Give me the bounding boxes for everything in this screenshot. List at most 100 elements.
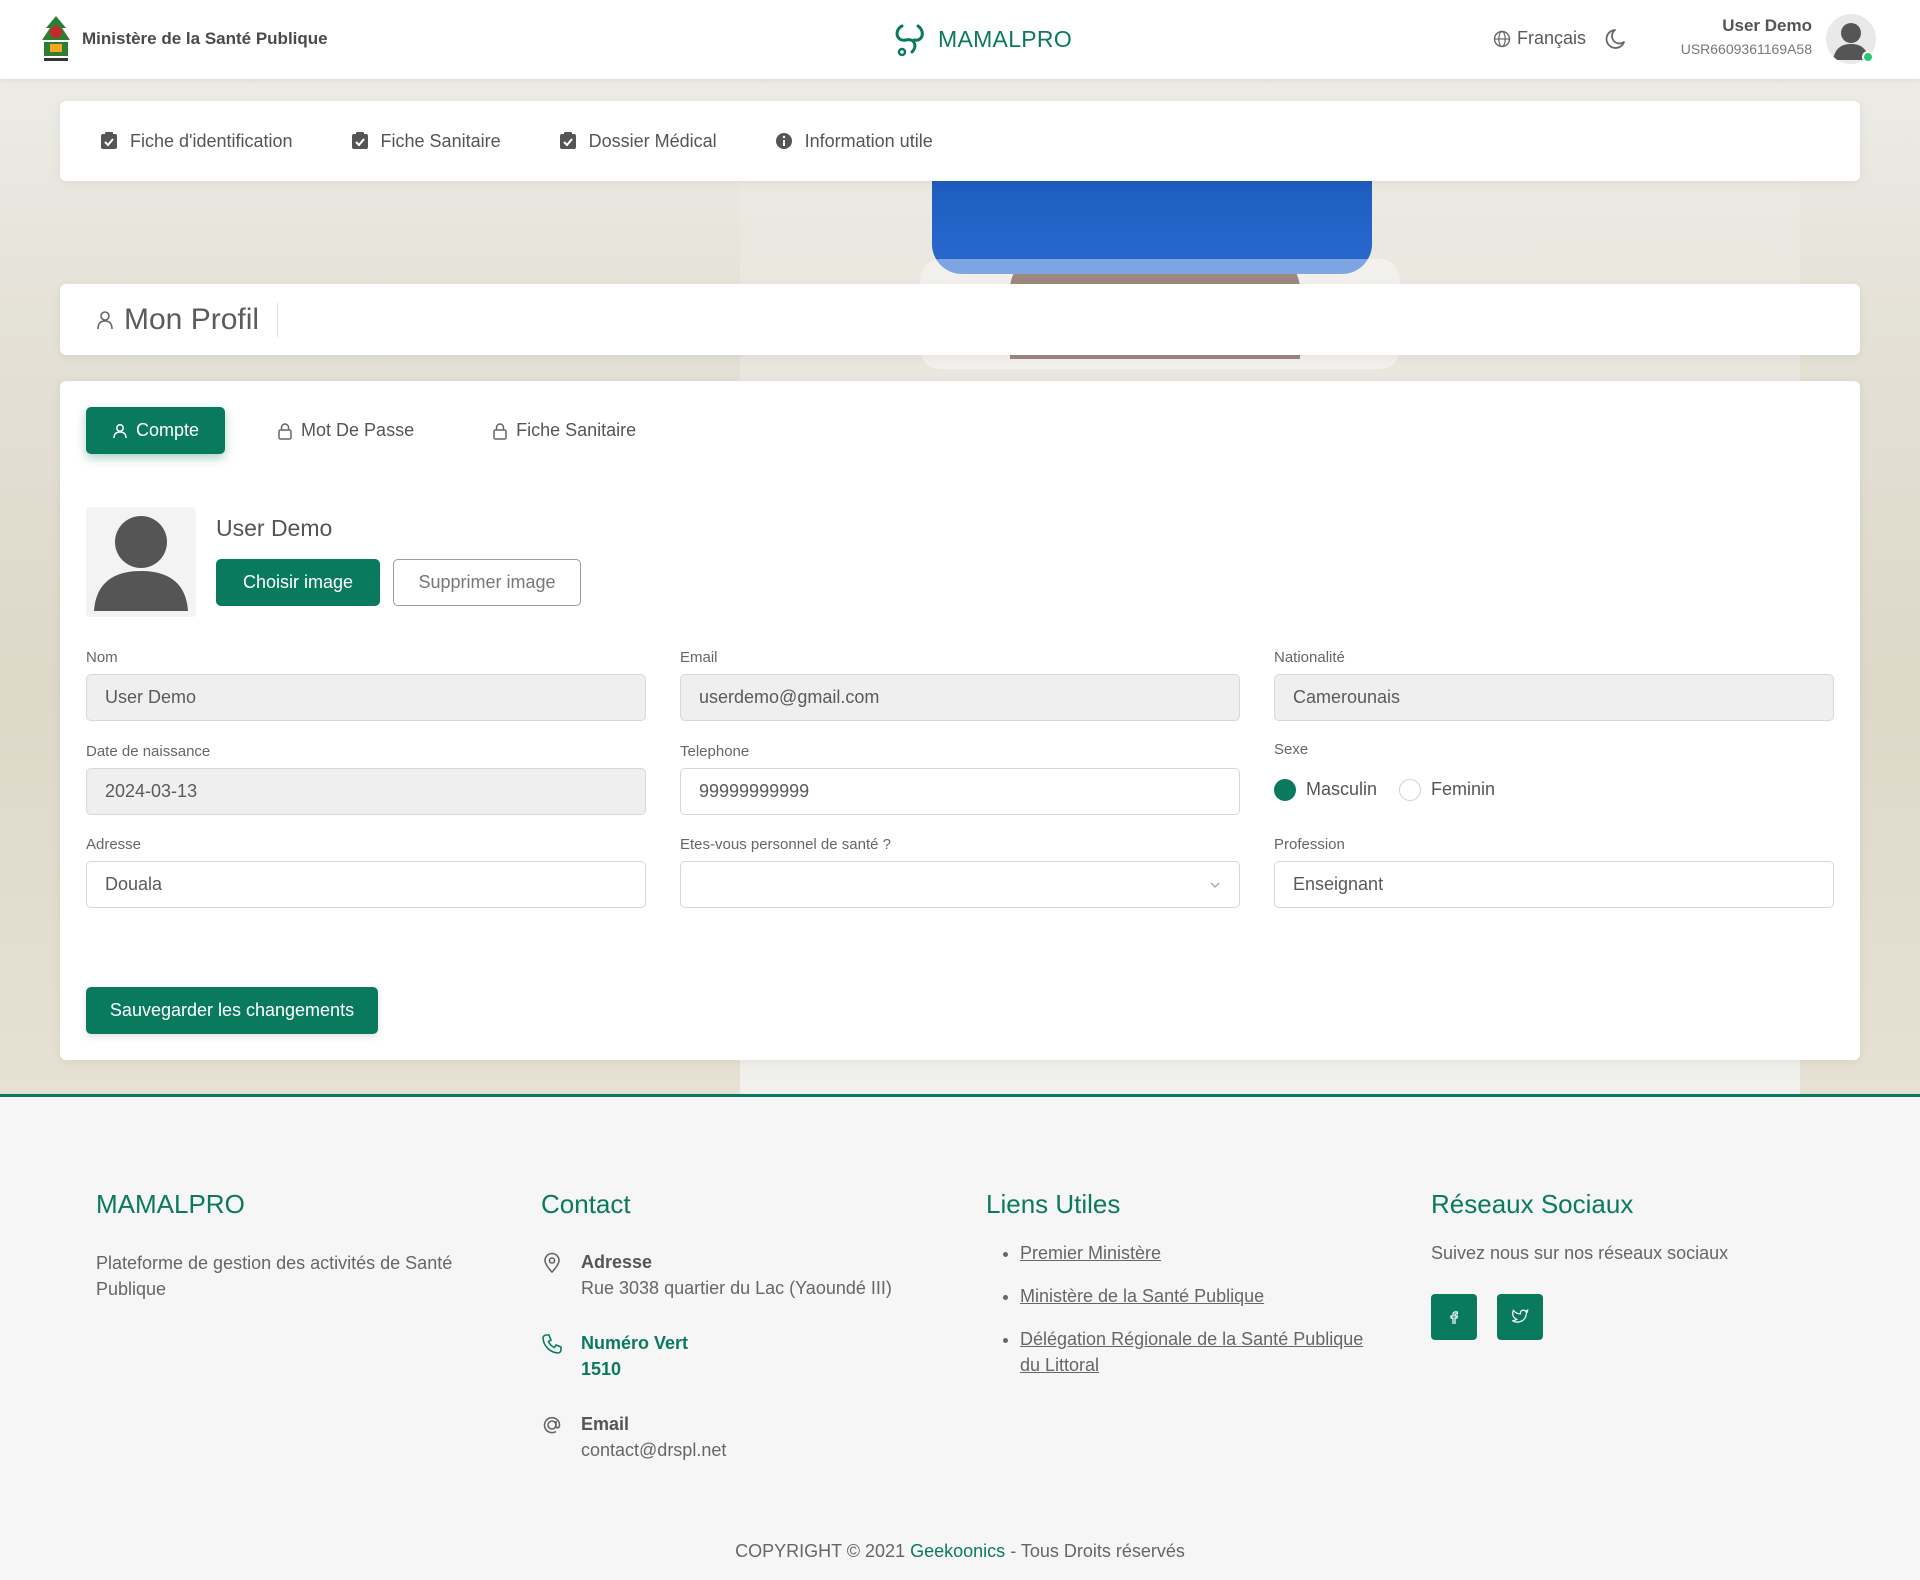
nav-label: Information utile — [804, 130, 933, 151]
nav-label: Fiche Sanitaire — [380, 130, 501, 151]
remove-image-button[interactable]: Supprimer image — [393, 559, 581, 606]
top-header: Ministère de la Santé Publique MAMALPRO … — [0, 0, 1920, 79]
globe-icon — [1493, 30, 1511, 47]
tab-fiche-sanitaire[interactable]: Fiche Sanitaire — [466, 407, 662, 454]
naissance-field-group: Date de naissance 2024-03-13 — [86, 743, 646, 815]
ministry-logo-icon — [42, 16, 70, 61]
language-label: Français — [1517, 28, 1587, 48]
save-changes-button[interactable]: Sauvegarder les changements — [86, 987, 378, 1034]
facebook-icon — [1450, 1311, 1458, 1324]
email-field-group: Email userdemo@gmail.com — [680, 649, 1240, 721]
telephone-field-group: Telephone 99999999999 — [680, 743, 1240, 815]
chevron-down-icon — [1210, 882, 1220, 888]
sexe-label: Sexe — [1274, 741, 1309, 758]
adresse-input[interactable]: Douala — [86, 861, 646, 908]
info-icon — [775, 133, 792, 149]
contact-address-label: Adresse — [581, 1252, 653, 1272]
contact-phone-value: 1510 — [581, 1359, 622, 1379]
profile-card: Compte Mot De Passe Fiche Sanitaire User… — [60, 381, 1860, 1060]
user-icon — [97, 310, 113, 329]
nav-label: Fiche d'identification — [130, 130, 293, 151]
copyright-company-link[interactable]: Geekoonics — [910, 1541, 1005, 1561]
contact-phone: Numéro Vert 1510 — [541, 1331, 941, 1382]
nav-label: Dossier Médical — [588, 130, 717, 151]
profile-avatar — [86, 507, 196, 617]
nav-fiche-identification[interactable]: Fiche d'identification — [100, 131, 293, 152]
ministry-brand[interactable]: Ministère de la Santé Publique — [38, 14, 328, 64]
user-info[interactable]: User Demo USR6609361169A58 — [1681, 16, 1812, 57]
contact-phone-label: Numéro Vert — [581, 1333, 689, 1353]
nav-dossier-medical[interactable]: Dossier Médical — [559, 131, 717, 152]
twitter-icon — [1512, 1309, 1529, 1323]
adresse-field-group: Adresse Douala — [86, 836, 646, 908]
check-square-icon — [559, 132, 576, 149]
personnel-label: Etes-vous personnel de santé ? — [680, 836, 891, 853]
nationalite-label: Nationalité — [1274, 649, 1345, 666]
list-item: Ministère de la Santé Publique — [1020, 1283, 1386, 1309]
footer-social-title: Réseaux Sociaux — [1431, 1189, 1634, 1219]
contact-email: Email contact@drspl.net — [541, 1412, 941, 1463]
profession-field-group: Profession Enseignant — [1274, 836, 1834, 908]
brand-name: MAMALPRO — [938, 25, 1073, 52]
contact-address-value: Rue 3038 quartier du Lac (Yaoundé III) — [581, 1278, 892, 1298]
naissance-input[interactable]: 2024-03-13 — [86, 768, 646, 815]
footer-links: Liens Utiles Premier Ministère Ministère… — [986, 1189, 1386, 1395]
radio-masculin-label: Masculin — [1306, 779, 1378, 799]
email-input[interactable]: userdemo@gmail.com — [680, 674, 1240, 721]
link-delegation-regionale[interactable]: Délégation Régionale de la Santé Publiqu… — [1020, 1329, 1363, 1375]
ministry-name: Ministère de la Santé Publique — [82, 29, 328, 48]
naissance-label: Date de naissance — [86, 743, 211, 760]
dark-mode-moon-icon[interactable] — [1604, 26, 1630, 52]
link-ministere-sante[interactable]: Ministère de la Santé Publique — [1020, 1286, 1264, 1306]
nom-label: Nom — [86, 649, 118, 666]
radio-feminin-dot[interactable] — [1399, 778, 1422, 801]
radio-feminin[interactable]: Feminin — [1399, 778, 1495, 801]
language-selector[interactable]: Français — [1493, 28, 1586, 49]
telephone-label: Telephone — [680, 743, 750, 760]
page-title: Mon Profil — [124, 302, 279, 337]
nationalite-field-group: Nationalité Camerounais — [1274, 649, 1834, 721]
profile-tabs: Compte Mot De Passe Fiche Sanitaire — [86, 407, 662, 454]
sexe-field-group: Sexe Masculin Feminin — [1274, 741, 1834, 813]
twitter-button[interactable] — [1497, 1294, 1543, 1340]
user-icon — [113, 423, 127, 438]
tab-compte[interactable]: Compte — [86, 407, 226, 454]
sexe-radio-group: Masculin Feminin — [1274, 766, 1834, 813]
map-pin-icon — [544, 1252, 560, 1274]
profile-name: User Demo — [216, 515, 333, 541]
nom-input[interactable]: User Demo — [86, 674, 646, 721]
profession-input[interactable]: Enseignant — [1274, 861, 1834, 908]
nav-information-utile[interactable]: Information utile — [775, 131, 933, 152]
radio-masculin-dot[interactable] — [1274, 778, 1296, 801]
check-square-icon — [101, 132, 117, 149]
personnel-select[interactable] — [680, 861, 1240, 908]
nav-fiche-sanitaire[interactable]: Fiche Sanitaire — [351, 131, 501, 152]
radio-masculin[interactable]: Masculin — [1274, 778, 1378, 801]
telephone-input[interactable]: 99999999999 — [680, 768, 1240, 815]
choose-image-button[interactable]: Choisir image — [216, 559, 380, 606]
list-item: Premier Ministère — [1020, 1240, 1386, 1266]
adresse-label: Adresse — [86, 836, 142, 853]
tab-label: Fiche Sanitaire — [516, 420, 637, 440]
link-premier-ministere[interactable]: Premier Ministère — [1020, 1243, 1161, 1263]
phone-icon — [542, 1334, 562, 1354]
copyright-suffix: - Tous Droits réservés — [1010, 1541, 1185, 1561]
footer: MAMALPRO Plateforme de gestion des activ… — [0, 1097, 1920, 1580]
nationalite-input[interactable]: Camerounais — [1274, 674, 1834, 721]
footer-about-text: Plateforme de gestion des activités de S… — [96, 1253, 453, 1299]
facebook-button[interactable] — [1431, 1294, 1477, 1340]
tab-label: Mot De Passe — [301, 420, 415, 440]
contact-email-label: Email — [581, 1414, 630, 1434]
brand-logo-icon — [895, 24, 924, 57]
copyright: COPYRIGHT © 2021 Geekoonics - Tous Droit… — [0, 1541, 1920, 1562]
user-id: USR6609361169A58 — [1680, 41, 1812, 57]
app-brand[interactable]: MAMALPRO — [892, 20, 1072, 58]
list-item: Délégation Régionale de la Santé Publiqu… — [1020, 1326, 1386, 1378]
footer-about: MAMALPRO Plateforme de gestion des activ… — [96, 1189, 496, 1302]
lock-icon — [278, 422, 292, 440]
email-label: Email — [680, 649, 718, 666]
tab-mot-de-passe[interactable]: Mot De Passe — [251, 407, 440, 454]
contact-email-value: contact@drspl.net — [581, 1440, 727, 1460]
personnel-field-group: Etes-vous personnel de santé ? — [680, 836, 1240, 908]
footer-social-text: Suivez nous sur nos réseaux sociaux — [1431, 1243, 1729, 1263]
